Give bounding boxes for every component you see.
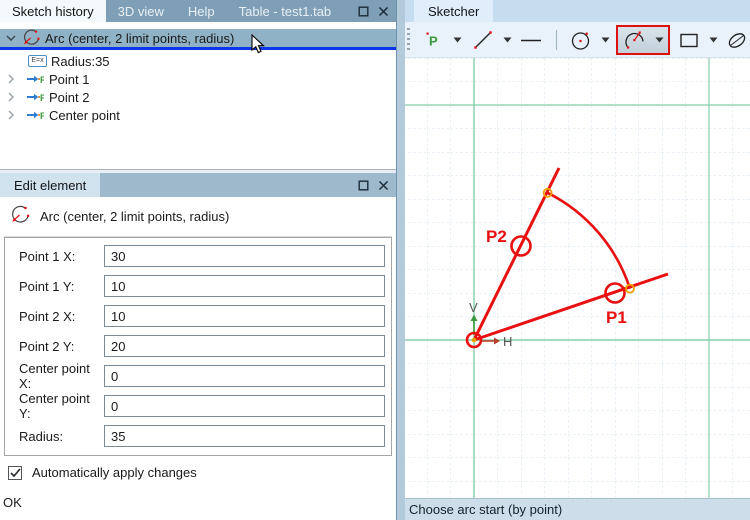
arc-tool-dropdown-icon[interactable]: [655, 37, 664, 43]
sketcher-tabbar: Sketcher: [405, 0, 750, 22]
field-label: Center point X:: [19, 361, 90, 391]
rectangle-tool-button[interactable]: [676, 26, 702, 54]
element-type-header: Arc (center, 2 limit points, radius): [4, 197, 392, 237]
sketcher-status-bar: Choose arc start (by point): [405, 498, 750, 520]
point-ref-icon: F: [26, 91, 44, 103]
tree-item-label: Center point: [49, 107, 120, 123]
arc-icon: [10, 205, 30, 228]
minor-grid: [405, 58, 750, 498]
h-axis-label: H: [503, 334, 512, 349]
edit-element-body: Arc (center, 2 limit points, radius) Poi…: [0, 197, 396, 520]
chevron-right-icon[interactable]: [8, 74, 18, 84]
close-icon[interactable]: [378, 180, 389, 191]
panel-splitter[interactable]: [396, 0, 405, 520]
p1-label: P1: [606, 308, 627, 327]
auto-apply-checkbox[interactable]: [8, 465, 22, 480]
tree-item-label: Point 2: [49, 89, 90, 105]
chevron-right-icon[interactable]: [8, 110, 18, 120]
tab-help[interactable]: Help: [176, 0, 227, 22]
arc-tool-selected-button[interactable]: [616, 24, 671, 55]
circle-tool-dropdown-icon[interactable]: [601, 37, 610, 43]
tree-item-label: Radius:35: [51, 53, 110, 69]
field-label: Point 1 X:: [19, 248, 76, 264]
ellipse-tool-button[interactable]: [724, 26, 750, 54]
chevron-right-icon[interactable]: [8, 92, 18, 102]
edit-element-panel: Edit element Arc (center, 2 limit points…: [0, 173, 396, 520]
edit-element-title[interactable]: Edit element: [0, 173, 101, 197]
point-ref-icon: F: [26, 73, 44, 85]
tree-item-center-point[interactable]: F Center point: [0, 106, 396, 124]
point1-y-input[interactable]: [104, 275, 385, 297]
tab-sketcher[interactable]: Sketcher: [414, 0, 494, 22]
center-x-input[interactable]: [104, 365, 385, 387]
point2-y-input[interactable]: [104, 335, 385, 357]
auto-apply-row: Automatically apply changes: [8, 465, 197, 480]
field-label: Point 2 X:: [19, 308, 76, 324]
point-tool-button[interactable]: P: [420, 26, 446, 54]
sketcher-panel: Sketcher P V H P1 P2 Choose arc start (b…: [405, 0, 750, 520]
radius-input[interactable]: [104, 425, 385, 447]
line-tool-dropdown-icon[interactable]: [503, 37, 512, 43]
svg-text:F: F: [40, 93, 44, 103]
status-text: Choose arc start (by point): [409, 502, 563, 517]
svg-text:F: F: [40, 111, 44, 121]
chevron-down-icon[interactable]: [4, 35, 18, 41]
tree-item-point1[interactable]: F Point 1: [0, 70, 396, 88]
left-column: Sketch history 3D view Help Table - test…: [0, 0, 396, 520]
tree-item-label: Arc (center, 2 limit points, radius): [45, 30, 235, 46]
close-icon[interactable]: [378, 6, 389, 17]
horizontal-line-tool-button[interactable]: [518, 26, 544, 54]
tree-item-arc[interactable]: Arc (center, 2 limit points, radius): [0, 29, 396, 47]
sketch-canvas[interactable]: V H P1 P2: [405, 57, 750, 498]
element-type-label: Arc (center, 2 limit points, radius): [40, 209, 230, 224]
sketch-drawing: V H P1 P2: [405, 58, 750, 498]
maximize-icon[interactable]: [358, 6, 369, 17]
point2-x-input[interactable]: [104, 305, 385, 327]
rectangle-tool-dropdown-icon[interactable]: [709, 37, 718, 43]
toolbar-grip[interactable]: [407, 27, 410, 52]
origin-point-dot: [471, 337, 477, 343]
point-ref-icon: F: [26, 109, 44, 121]
svg-text:F: F: [40, 75, 44, 85]
tree-item-label: Point 1: [49, 71, 90, 87]
arc-icon: [22, 29, 40, 47]
point-tool-dropdown-icon[interactable]: [453, 37, 462, 43]
tree-item-radius[interactable]: E=x Radius:35: [28, 52, 396, 70]
selection-underline: [0, 47, 396, 50]
tab-table[interactable]: Table - test1.tab: [227, 0, 344, 22]
tree-item-point2[interactable]: F Point 2: [0, 88, 396, 106]
sketch-history-tree: Arc (center, 2 limit points, radius) E=x…: [0, 22, 396, 170]
circle-tool-button[interactable]: [569, 26, 595, 54]
v-axis-label: V: [469, 300, 478, 315]
field-label: Point 2 Y:: [19, 338, 75, 354]
sketcher-toolbar: P: [405, 22, 750, 57]
expression-icon: E=x: [28, 55, 47, 67]
auto-apply-label: Automatically apply changes: [32, 465, 197, 480]
field-label: Radius:: [19, 428, 64, 444]
edit-element-titlebar: Edit element: [0, 173, 396, 197]
tab-3d-view[interactable]: 3D view: [106, 0, 176, 22]
center-y-input[interactable]: [104, 395, 385, 417]
field-label: Point 1 Y:: [19, 278, 75, 294]
sketch-history-tabbar: Sketch history 3D view Help Table - test…: [0, 0, 396, 22]
maximize-icon[interactable]: [358, 180, 369, 191]
point1-x-input[interactable]: [104, 245, 385, 267]
tab-sketch-history[interactable]: Sketch history: [0, 0, 106, 22]
svg-text:P: P: [429, 33, 438, 48]
line-tool-button[interactable]: [470, 26, 496, 54]
ok-status-text: OK: [3, 495, 22, 510]
parameters-groupbox: Point 1 X: Point 1 Y: Point 2 X: Point 2…: [4, 237, 392, 456]
toolbar-separator: [555, 29, 557, 50]
mouse-cursor: [251, 34, 265, 54]
field-label: Center point Y:: [19, 391, 90, 421]
p2-label: P2: [486, 227, 507, 246]
app-window: Sketch history 3D view Help Table - test…: [0, 0, 750, 520]
